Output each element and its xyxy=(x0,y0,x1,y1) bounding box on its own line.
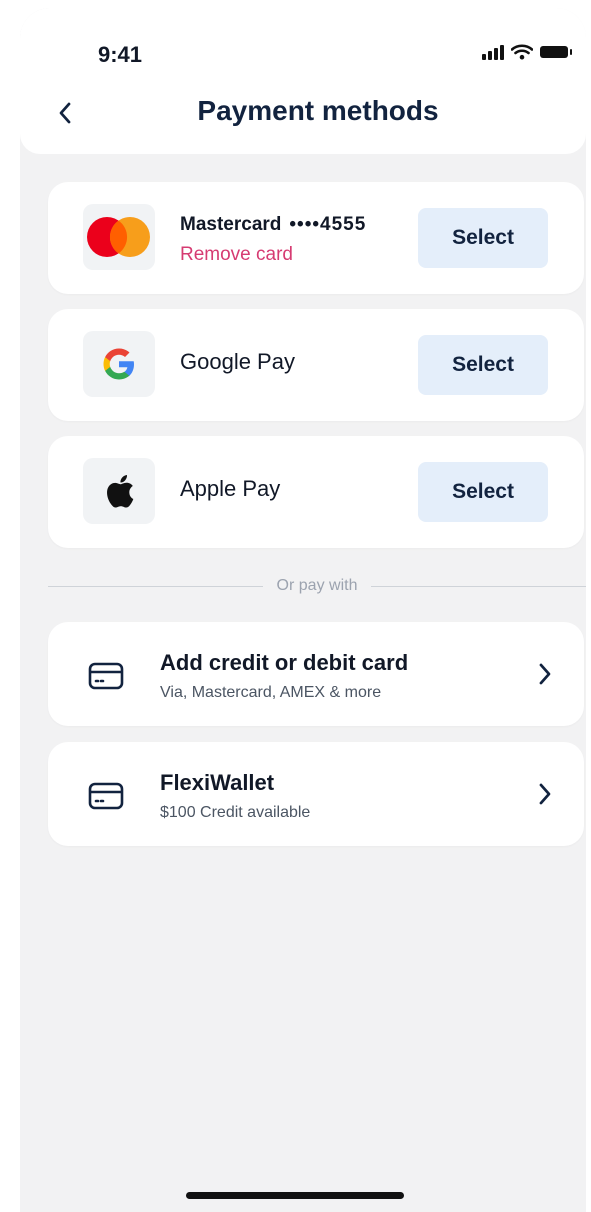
payment-method-mastercard: Mastercard ••••4555 Remove card Select xyxy=(48,182,584,294)
wifi-icon xyxy=(511,44,533,60)
chevron-right-icon xyxy=(539,783,551,805)
status-time: 9:41 xyxy=(98,42,143,67)
card-brand: Mastercard xyxy=(180,214,282,235)
header: 9:41 Payment methods xyxy=(20,8,586,154)
flexiwallet-title: FlexiWallet xyxy=(160,770,275,795)
card-icon xyxy=(88,662,124,690)
select-google-pay-button[interactable]: Select xyxy=(418,335,548,395)
select-apple-pay-button[interactable]: Select xyxy=(418,462,548,522)
add-card-title: Add credit or debit card xyxy=(160,650,409,675)
phone-screen: 9:41 Payment methods Mastercard ••••4555… xyxy=(20,8,586,1212)
home-indicator[interactable] xyxy=(186,1192,404,1199)
status-icons xyxy=(482,44,572,60)
select-mastercard-button[interactable]: Select xyxy=(418,208,548,268)
chevron-right-icon xyxy=(539,663,551,685)
divider-line-left xyxy=(48,585,263,587)
google-logo xyxy=(83,331,155,397)
add-card-option[interactable]: Add credit or debit card Via, Mastercard… xyxy=(48,622,584,726)
divider-line-right xyxy=(371,585,586,587)
apple-logo xyxy=(83,458,155,524)
remove-card-link[interactable]: Remove card xyxy=(180,244,293,266)
payment-method-google-pay: Google Pay Select xyxy=(48,309,584,421)
battery-icon xyxy=(540,46,572,58)
add-card-subtitle: Via, Mastercard, AMEX & more xyxy=(160,684,382,701)
payment-method-apple-pay: Apple Pay Select xyxy=(48,436,584,548)
apple-pay-label: Apple Pay xyxy=(180,476,281,501)
or-pay-with-divider: Or pay with xyxy=(48,576,586,596)
signal-icon xyxy=(482,44,504,60)
divider-label: Or pay with xyxy=(276,577,358,594)
flexiwallet-option[interactable]: FlexiWallet $100 Credit available xyxy=(48,742,584,846)
mastercard-logo xyxy=(83,204,155,270)
page-title: Payment methods xyxy=(197,95,439,126)
flexiwallet-subtitle: $100 Credit available xyxy=(160,804,311,821)
mastercard-label: Mastercard ••••4555 xyxy=(180,214,366,236)
google-pay-label: Google Pay xyxy=(180,349,295,374)
card-icon xyxy=(88,782,124,810)
card-masked-number: ••••4555 xyxy=(289,214,367,235)
